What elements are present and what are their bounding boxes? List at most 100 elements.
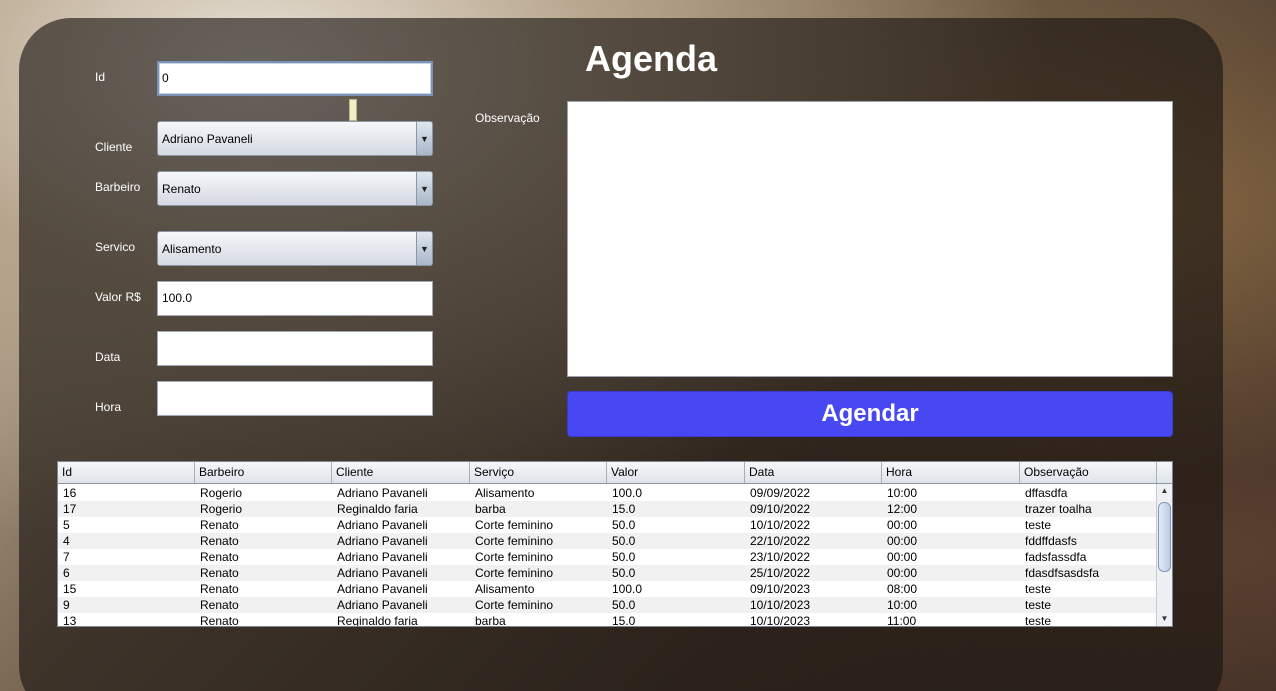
- observacao-label: Observação: [475, 111, 540, 125]
- table-cell: Corte feminino: [475, 518, 554, 532]
- id-label: Id: [95, 70, 106, 84]
- table-cell: 9: [63, 598, 70, 612]
- table-cell: Adriano Pavaneli: [337, 486, 428, 500]
- table-cell: 7: [63, 550, 70, 564]
- table-cell: 4: [63, 534, 70, 548]
- table-row[interactable]: 13 Renato Reginaldo faria barba 15.0 10/10/20…: [58, 613, 1156, 626]
- scroll-thumb[interactable]: [1158, 502, 1171, 572]
- table-cell: 100.0: [612, 582, 643, 596]
- column-header[interactable]: Cliente: [332, 462, 470, 483]
- column-header[interactable]: Hora: [882, 462, 1020, 483]
- table-cell: 22/10/2022: [750, 534, 811, 548]
- vertical-scrollbar[interactable]: ▲ ▼: [1156, 484, 1172, 626]
- table-cell: 12:00: [887, 502, 918, 516]
- table-cell: Alisamento: [475, 582, 535, 596]
- chevron-down-icon[interactable]: ▼: [416, 122, 432, 155]
- table-cell: Adriano Pavaneli: [337, 550, 428, 564]
- table-cell: Alisamento: [475, 486, 535, 500]
- table-cell: 00:00: [887, 566, 918, 580]
- column-header[interactable]: Observação: [1020, 462, 1157, 483]
- scroll-up-icon[interactable]: ▲: [1157, 484, 1172, 498]
- table-cell: 15.0: [612, 502, 636, 516]
- table-cell: 00:00: [887, 550, 918, 564]
- table-cell: 5: [63, 518, 70, 532]
- cliente-selected-value: Adriano Pavaneli: [162, 132, 253, 146]
- table-cell: Corte feminino: [475, 550, 554, 564]
- barbeiro-combobox[interactable]: Renato ▼: [157, 171, 433, 206]
- data-input[interactable]: [157, 331, 433, 366]
- column-header[interactable]: Data: [745, 462, 882, 483]
- table-cell: dffasdfa: [1025, 486, 1068, 500]
- table-cell: 00:00: [887, 534, 918, 548]
- table-row[interactable]: 9 Renato Adriano Pavaneli Corte feminino 50.…: [58, 597, 1156, 613]
- barbeiro-selected-value: Renato: [162, 182, 201, 196]
- page-title: Agenda: [585, 38, 718, 79]
- table-row[interactable]: 7 Renato Adriano Pavaneli Corte feminino 50.…: [58, 549, 1156, 565]
- table-cell: Adriano Pavaneli: [337, 566, 428, 580]
- table-cell: 11:00: [887, 614, 917, 626]
- table-cell: Renato: [200, 534, 239, 548]
- table-cell: 10:00: [887, 598, 918, 612]
- table-cell: Renato: [200, 550, 239, 564]
- table-cell: 17: [63, 502, 77, 516]
- column-header[interactable]: Serviço: [470, 462, 607, 483]
- table-cell: Adriano Pavaneli: [337, 518, 428, 532]
- table-cell: 13: [63, 614, 77, 626]
- table-cell: fdasdfsasdsfa: [1025, 566, 1100, 580]
- table-cell: 10:00: [887, 486, 918, 500]
- table-cell: 50.0: [612, 566, 636, 580]
- agendar-button[interactable]: Agendar: [567, 391, 1173, 437]
- valor-input[interactable]: 100.0: [157, 281, 433, 316]
- table-row[interactable]: 16 Rogerio Adriano Pavaneli Alisamento 100.0…: [58, 485, 1156, 501]
- table-cell: fadsfassdfa: [1025, 550, 1087, 564]
- table-cell: 09/10/2023: [750, 582, 811, 596]
- servico-selected-value: Alisamento: [162, 242, 222, 256]
- scroll-down-icon[interactable]: ▼: [1157, 612, 1172, 626]
- table-row[interactable]: 15 Renato Adriano Pavaneli Alisamento 100.0 0…: [58, 581, 1156, 597]
- table-cell: Adriano Pavaneli: [337, 534, 428, 548]
- table-row[interactable]: 5 Renato Adriano Pavaneli Corte feminino 50.…: [58, 517, 1156, 533]
- table-cell: Renato: [200, 582, 239, 596]
- hora-label: Hora: [95, 400, 122, 414]
- valor-label: Valor R$: [95, 290, 141, 304]
- table-cell: Adriano Pavaneli: [337, 582, 428, 596]
- cliente-label: Cliente: [95, 140, 133, 154]
- observacao-textarea[interactable]: [567, 101, 1173, 377]
- id-input[interactable]: 0: [157, 61, 433, 96]
- table-cell: 09/09/2022: [750, 486, 811, 500]
- table-body[interactable]: 16 Rogerio Adriano Pavaneli Alisamento 100.0…: [58, 484, 1156, 626]
- table-cell: 15.0: [612, 614, 636, 626]
- table-cell: Renato: [200, 518, 239, 532]
- table-cell: 50.0: [612, 518, 636, 532]
- chevron-down-icon[interactable]: ▼: [416, 232, 432, 265]
- table-cell: Reginaldo faria: [337, 614, 418, 626]
- resize-handle: [349, 99, 357, 121]
- table-cell: 50.0: [612, 598, 636, 612]
- servico-combobox[interactable]: Alisamento ▼: [157, 231, 433, 266]
- table-row[interactable]: 6 Renato Adriano Pavaneli Corte feminino 50.…: [58, 565, 1156, 581]
- table-cell: Corte feminino: [475, 598, 554, 612]
- table-header: Id Barbeiro Cliente Serviço Valor Data Hora Obs…: [58, 462, 1172, 484]
- hora-input[interactable]: [157, 381, 433, 416]
- table-cell: barba: [475, 502, 506, 516]
- table-cell: teste: [1025, 582, 1052, 596]
- table-cell: Corte feminino: [475, 566, 554, 580]
- table-cell: fddffdasfs: [1025, 534, 1077, 548]
- cliente-combobox[interactable]: Adriano Pavaneli ▼: [157, 121, 433, 156]
- table-cell: Rogerio: [200, 486, 243, 500]
- table-cell: 10/10/2022: [750, 518, 811, 532]
- table-cell: 50.0: [612, 550, 636, 564]
- table-cell: Renato: [200, 614, 239, 626]
- table-row[interactable]: 4 Renato Adriano Pavaneli Corte feminino 50.…: [58, 533, 1156, 549]
- column-header[interactable]: Id: [58, 462, 195, 483]
- column-header[interactable]: Barbeiro: [195, 462, 332, 483]
- table-cell: 25/10/2022: [750, 566, 811, 580]
- table-cell: Corte feminino: [475, 534, 554, 548]
- table-cell: 50.0: [612, 534, 636, 548]
- agenda-table: Id Barbeiro Cliente Serviço Valor Data Hora Obs…: [57, 461, 1173, 627]
- table-row[interactable]: 17 Rogerio Reginaldo faria barba 15.0 09/10/2…: [58, 501, 1156, 517]
- chevron-down-icon[interactable]: ▼: [416, 172, 432, 205]
- table-cell: 10/10/2023: [750, 614, 811, 626]
- column-header[interactable]: Valor: [607, 462, 745, 483]
- table-cell: trazer toalha: [1025, 502, 1092, 516]
